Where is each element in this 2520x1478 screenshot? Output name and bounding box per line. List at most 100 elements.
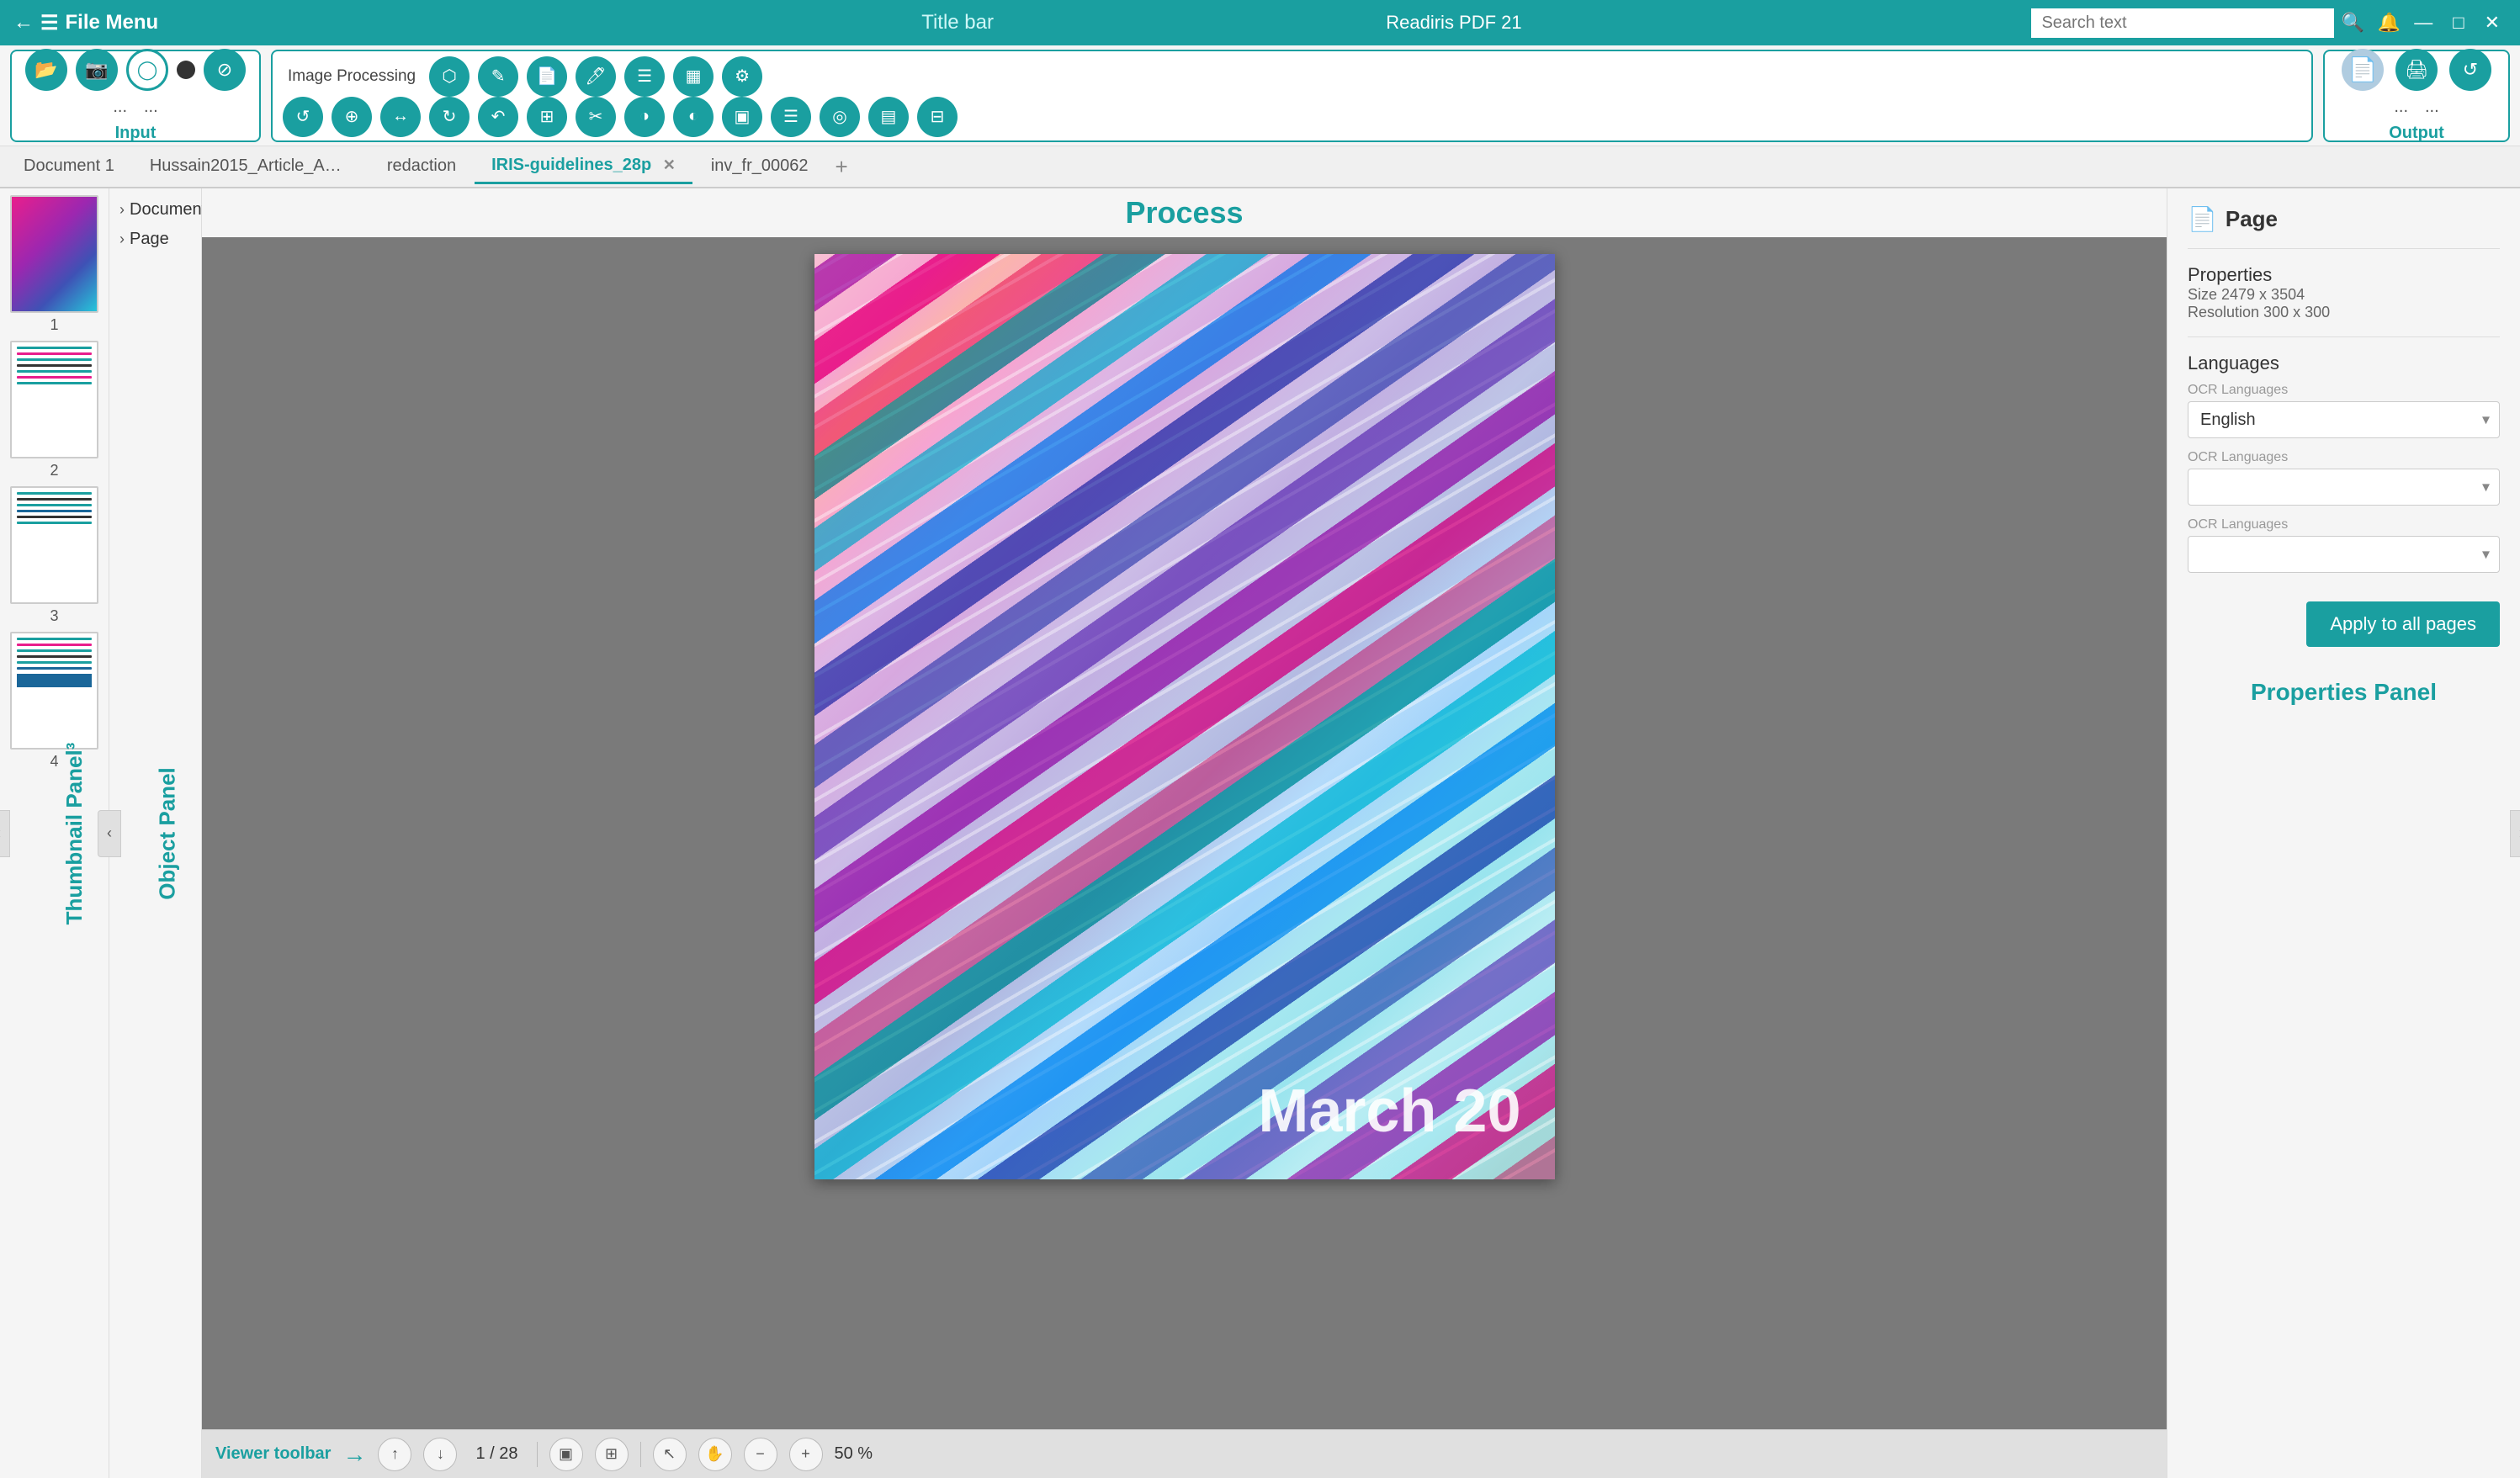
- ocr-lang-2-wrapper: [2188, 469, 2500, 506]
- toolbar-btn-21[interactable]: ⊟: [917, 97, 958, 137]
- object-page-item[interactable]: › Page: [116, 225, 194, 254]
- thumbnail-img-4: [10, 632, 98, 750]
- toolbar-btn-20[interactable]: ▤: [868, 97, 909, 137]
- properties-section-title: Properties: [2188, 264, 2500, 286]
- output-section: 📄 🖨 ↺ ... ... Output: [2323, 50, 2510, 142]
- current-page: 1: [475, 1444, 485, 1463]
- toolbar-btn-13[interactable]: ⊞: [527, 97, 567, 137]
- viewer-toolbar-arrow: →: [342, 1441, 366, 1468]
- file-menu[interactable]: ← ☰ File Menu: [13, 11, 158, 35]
- apply-to-all-button[interactable]: Apply to all pages: [2306, 601, 2500, 647]
- object-panel-label: Object Panel: [154, 767, 180, 900]
- input-icon-row: 📂 📷 ◯ ⊘: [25, 49, 246, 91]
- tab-redaction-label: redaction: [387, 156, 456, 175]
- file-menu-label: File Menu: [66, 11, 159, 34]
- toolbar-btn-8[interactable]: ↺: [283, 97, 323, 137]
- tab-iris-close[interactable]: ✕: [663, 156, 676, 173]
- toolbar-btn-4[interactable]: 🖊: [576, 56, 616, 97]
- toolbar-row-2: ↺ ⊕ ↔ ↻ ↶ ⊞ ✂ ◑ ◐ ▣ ☰ ◎ ▤ ⊟: [283, 97, 2301, 137]
- tl: [17, 364, 92, 367]
- toolbar-btn-9[interactable]: ⊕: [332, 97, 372, 137]
- view-grid-button[interactable]: ⊞: [595, 1438, 629, 1471]
- thumb-content-4: [12, 633, 97, 748]
- toolbar-btn-16[interactable]: ◐: [673, 97, 714, 137]
- toolbar-btn-12[interactable]: ↶: [478, 97, 518, 137]
- scan-icon[interactable]: 📷: [76, 49, 118, 91]
- thumbnail-page-1[interactable]: 1: [8, 195, 101, 334]
- maximize-button[interactable]: □: [2446, 8, 2470, 37]
- ocr-lang-3-select[interactable]: [2188, 536, 2500, 573]
- document-canvas[interactable]: March 20: [202, 237, 2167, 1429]
- toolbar-btn-11[interactable]: ↻: [429, 97, 470, 137]
- tab-iris[interactable]: IRIS-guidelines_28p ✕: [475, 149, 692, 184]
- expand-properties-button[interactable]: ›: [2510, 810, 2520, 857]
- main-content: Thumbnail Panel³ 1 2: [0, 188, 2520, 1478]
- viewer-toolbar-label: Viewer toolbar: [215, 1444, 331, 1464]
- ocr-lang-1-group: OCR Languages English: [2188, 383, 2500, 438]
- obj-arrow-doc: ›: [119, 201, 125, 219]
- minimize-button[interactable]: —: [2407, 8, 2439, 37]
- properties-section: Properties Size 2479 x 3504 Resolution 3…: [2188, 264, 2500, 321]
- page-up-button[interactable]: ↑: [378, 1438, 411, 1471]
- settings-icon[interactable]: ⊘: [204, 49, 246, 91]
- ocr-lang-3-group: OCR Languages: [2188, 517, 2500, 573]
- tab-inv[interactable]: inv_fr_00062: [694, 150, 825, 184]
- obj-document-label: Document: [130, 200, 206, 220]
- thumbnail-page-2[interactable]: 2: [8, 341, 101, 479]
- output-share-icon[interactable]: ↺: [2449, 49, 2491, 91]
- camera-icon[interactable]: ◯: [126, 49, 168, 91]
- toolbar-btn-17[interactable]: ▣: [722, 97, 762, 137]
- thumbnail-page-3[interactable]: 3: [8, 486, 101, 625]
- zoom-out-button[interactable]: −: [744, 1438, 777, 1471]
- tab-document1[interactable]: Document 1: [7, 150, 131, 184]
- tl: [17, 522, 92, 524]
- toolbar-area: 📂 📷 ◯ ⊘ ... ... Input Image Processing ⬡…: [0, 45, 2520, 146]
- toolbar-btn-15[interactable]: ◑: [624, 97, 665, 137]
- tab-redaction[interactable]: redaction: [370, 150, 473, 184]
- output-dots: ... ...: [2394, 98, 2438, 117]
- view-single-button[interactable]: ▣: [549, 1438, 583, 1471]
- tab-add-button[interactable]: +: [827, 154, 857, 180]
- search-icon[interactable]: 🔍: [2341, 12, 2363, 34]
- close-button[interactable]: ✕: [2478, 8, 2507, 37]
- thumb-page-num-2: 2: [50, 462, 58, 479]
- march-text: March 20: [1258, 1077, 1520, 1146]
- tl: [17, 382, 92, 384]
- output-icon-row: 📄 🖨 ↺: [2342, 49, 2491, 91]
- page-down-button[interactable]: ↓: [423, 1438, 457, 1471]
- hamburger-icon: ☰: [40, 11, 59, 35]
- main-toolbar: Image Processing ⬡ ✎ 📄 🖊 ☰ ▦ ⚙ ↺ ⊕ ↔ ↻ ↶…: [271, 50, 2313, 142]
- toolbar-btn-6[interactable]: ▦: [673, 56, 714, 97]
- thumbnail-panel: Thumbnail Panel³ 1 2: [0, 188, 109, 1478]
- toolbar-btn-19[interactable]: ◎: [820, 97, 860, 137]
- toolbar-btn-2[interactable]: ✎: [478, 56, 518, 97]
- ocr-lang-1-select[interactable]: English: [2188, 401, 2500, 438]
- toolbar-btn-14[interactable]: ✂: [576, 97, 616, 137]
- obj-page-label: Page: [130, 230, 169, 249]
- image-processing-label: Image Processing: [283, 66, 421, 87]
- toolbar-btn-7[interactable]: ⚙: [722, 56, 762, 97]
- open-file-icon[interactable]: 📂: [25, 49, 67, 91]
- toolbar-btn-3[interactable]: 📄: [527, 56, 567, 97]
- tl: [17, 492, 92, 495]
- pointer-tool-button[interactable]: ↖: [653, 1438, 687, 1471]
- collapse-object-button[interactable]: ‹: [98, 810, 121, 857]
- search-input[interactable]: [2031, 8, 2334, 38]
- pan-tool-button[interactable]: ✋: [698, 1438, 732, 1471]
- input-section: 📂 📷 ◯ ⊘ ... ... Input: [10, 50, 261, 142]
- toolbar-btn-1[interactable]: ⬡: [429, 56, 470, 97]
- languages-section-title: Languages: [2188, 352, 2500, 374]
- ocr-lang-2-select[interactable]: [2188, 469, 2500, 506]
- toolbar-btn-5[interactable]: ☰: [624, 56, 665, 97]
- tab-hussain[interactable]: Hussain2015_Article_AComprehensiveSurvey…: [133, 150, 369, 184]
- zoom-in-button[interactable]: +: [789, 1438, 823, 1471]
- toolbar-btn-18[interactable]: ☰: [771, 97, 811, 137]
- toolbar-btn-10[interactable]: ↔: [380, 97, 421, 137]
- bell-icon[interactable]: 🔔: [2378, 12, 2401, 34]
- collapse-thumbnail-button[interactable]: ‹: [0, 810, 10, 857]
- output-file-icon[interactable]: 📄: [2342, 49, 2384, 91]
- object-document-item[interactable]: › Document: [116, 195, 194, 225]
- output-print-icon[interactable]: 🖨: [2395, 49, 2438, 91]
- thumb-page-num-1: 1: [50, 316, 58, 334]
- page-icon: 📄: [2188, 205, 2217, 233]
